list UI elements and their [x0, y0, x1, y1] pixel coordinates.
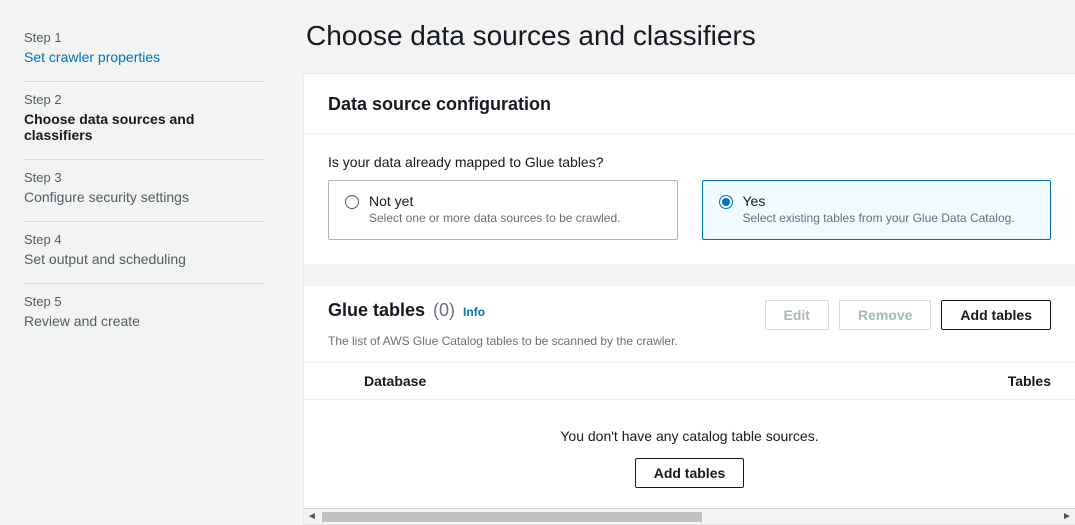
glue-tables-count: (0): [433, 300, 455, 321]
step-number: Step 4: [24, 232, 264, 247]
add-tables-button-empty[interactable]: Add tables: [635, 458, 745, 488]
step-1[interactable]: Step 1 Set crawler properties: [24, 20, 264, 81]
horizontal-scrollbar[interactable]: ◄ ►: [304, 508, 1075, 524]
info-link[interactable]: Info: [463, 305, 485, 319]
step-title: Set output and scheduling: [24, 251, 264, 267]
option-label: Not yet: [369, 193, 620, 209]
glue-tables-actions: Edit Remove Add tables: [765, 300, 1052, 330]
scroll-left-icon[interactable]: ◄: [304, 509, 320, 525]
step-5: Step 5 Review and create: [24, 283, 264, 345]
radio-icon: [719, 195, 733, 209]
option-desc: Select one or more data sources to be cr…: [369, 211, 620, 225]
glue-tables-desc: The list of AWS Glue Catalog tables to b…: [304, 334, 1075, 362]
step-number: Step 1: [24, 30, 264, 45]
mapping-question: Is your data already mapped to Glue tabl…: [328, 154, 1051, 170]
option-not-yet[interactable]: Not yet Select one or more data sources …: [328, 180, 678, 240]
step-title[interactable]: Set crawler properties: [24, 49, 264, 65]
mapping-options: Not yet Select one or more data sources …: [328, 180, 1051, 240]
glue-tables-title: Glue tables: [328, 300, 425, 321]
step-2: Step 2 Choose data sources and classifie…: [24, 81, 264, 159]
column-database: Database: [364, 373, 971, 389]
data-source-panel: Data source configuration Is your data a…: [304, 74, 1075, 524]
option-desc: Select existing tables from your Glue Da…: [743, 211, 1015, 225]
option-yes[interactable]: Yes Select existing tables from your Glu…: [702, 180, 1052, 240]
step-number: Step 3: [24, 170, 264, 185]
empty-message: You don't have any catalog table sources…: [304, 428, 1075, 444]
option-label: Yes: [743, 193, 1015, 209]
radio-icon: [345, 195, 359, 209]
edit-button: Edit: [765, 300, 829, 330]
page-title: Choose data sources and classifiers: [306, 20, 1075, 52]
panel-title: Data source configuration: [328, 94, 1051, 115]
step-number: Step 2: [24, 92, 264, 107]
step-title: Choose data sources and classifiers: [24, 111, 264, 143]
glue-tables-panel: Glue tables (0) Info Edit Remove Add tab…: [304, 286, 1075, 524]
panel-header: Data source configuration: [304, 74, 1075, 134]
scroll-thumb[interactable]: [322, 512, 702, 522]
remove-button: Remove: [839, 300, 931, 330]
column-tables: Tables: [971, 373, 1051, 389]
table-header-row: Database Tables: [304, 362, 1075, 400]
step-title: Review and create: [24, 313, 264, 329]
empty-state: You don't have any catalog table sources…: [304, 400, 1075, 508]
scroll-right-icon[interactable]: ►: [1059, 509, 1075, 525]
main-column: Choose data sources and classifiers Data…: [304, 20, 1075, 524]
step-4: Step 4 Set output and scheduling: [24, 221, 264, 283]
step-number: Step 5: [24, 294, 264, 309]
add-tables-button[interactable]: Add tables: [941, 300, 1051, 330]
section-divider: [304, 264, 1075, 286]
step-3: Step 3 Configure security settings: [24, 159, 264, 221]
step-title: Configure security settings: [24, 189, 264, 205]
column-select: [328, 373, 364, 389]
wizard-steps: Step 1 Set crawler properties Step 2 Cho…: [24, 20, 264, 524]
